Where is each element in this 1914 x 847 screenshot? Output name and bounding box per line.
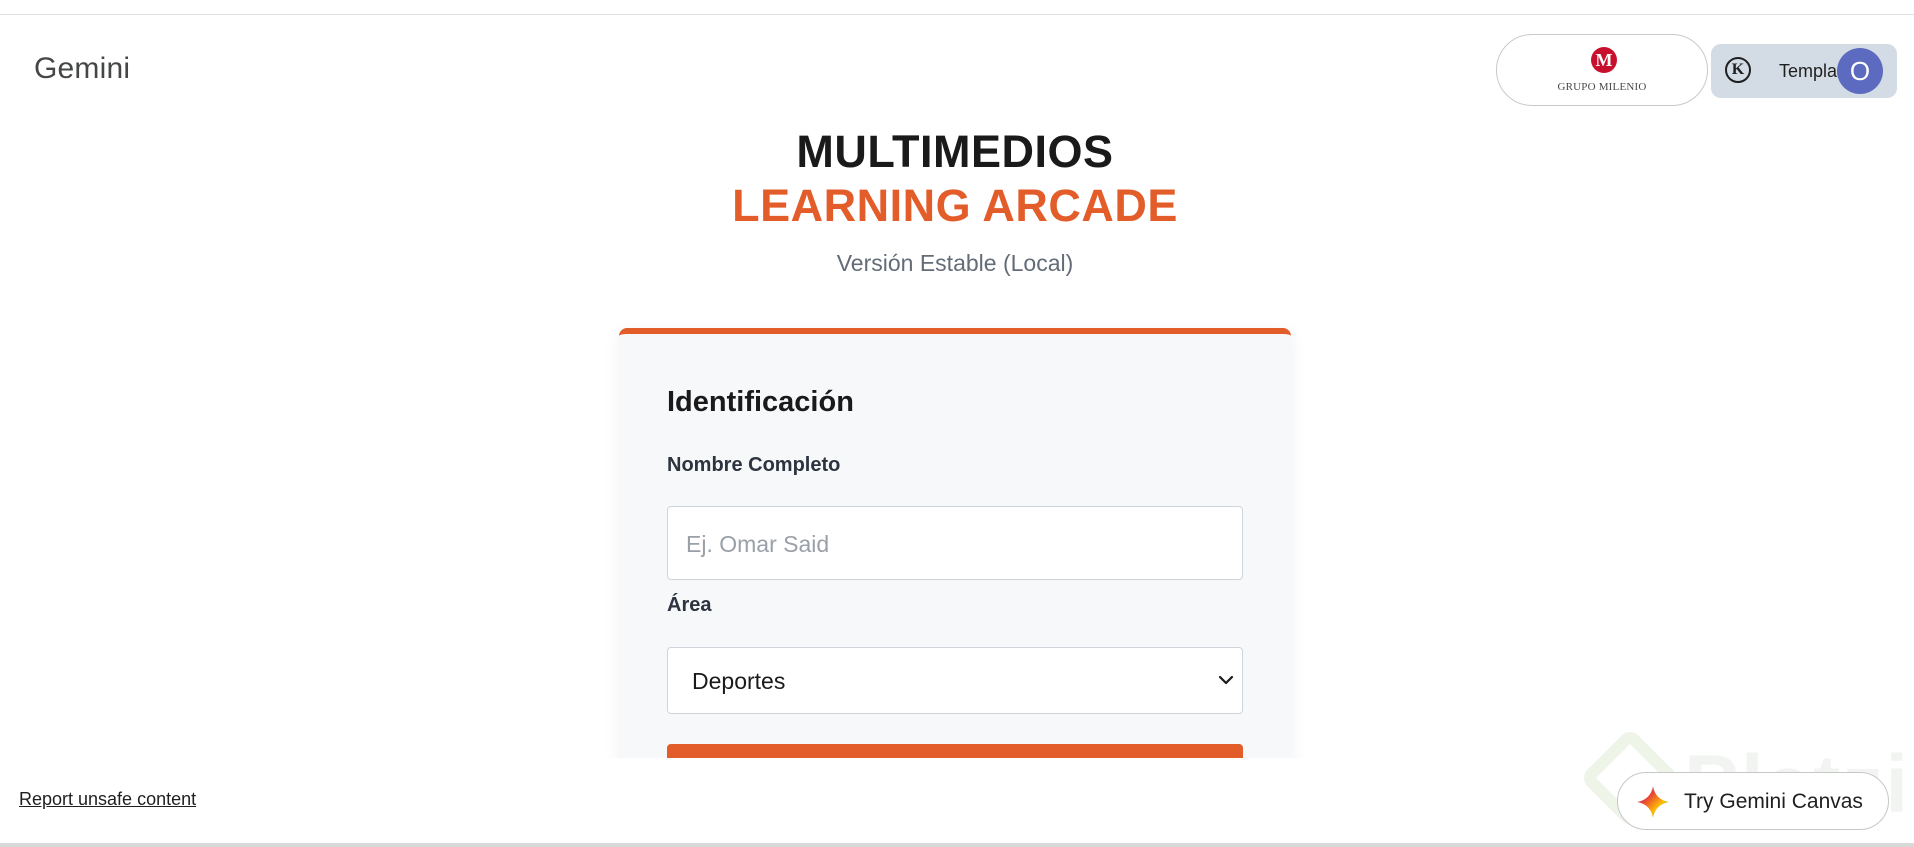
name-input[interactable]: Ej. Omar Said xyxy=(667,506,1243,580)
try-gemini-canvas-button[interactable]: Try Gemini Canvas xyxy=(1617,772,1889,830)
partner-logo-button[interactable]: M GRUPO MILENIO xyxy=(1496,34,1708,106)
gemini-spark-icon xyxy=(1637,786,1669,818)
user-avatar[interactable]: O xyxy=(1837,48,1883,94)
chevron-down-icon xyxy=(1218,675,1234,685)
canvas-preview: MULTIMEDIOS LEARNING ARCADE Versión Esta… xyxy=(0,110,1914,758)
bottom-divider xyxy=(0,843,1914,847)
identification-card: Identificación Nombre Completo Ej. Omar … xyxy=(619,328,1291,758)
top-divider xyxy=(0,14,1914,15)
account-chip[interactable]: K Templa O xyxy=(1711,44,1897,98)
k-circle-icon: K xyxy=(1725,57,1751,83)
app-brand[interactable]: Gemini xyxy=(34,52,130,86)
page-title-accent: LEARNING ARCADE xyxy=(732,180,1178,231)
card-heading: Identificación xyxy=(667,386,854,418)
submit-button[interactable] xyxy=(667,744,1243,758)
report-unsafe-content-link[interactable]: Report unsafe content xyxy=(19,789,196,810)
area-select[interactable]: Deportes xyxy=(667,647,1243,714)
account-chip-label: Templa xyxy=(1779,61,1838,81)
partner-logo-text: GRUPO MILENIO xyxy=(1557,81,1647,93)
name-field-label: Nombre Completo xyxy=(667,454,841,476)
area-select-value: Deportes xyxy=(692,668,786,694)
milenio-logo-icon: M xyxy=(1591,47,1617,73)
canvas-button-label: Try Gemini Canvas xyxy=(1684,790,1863,813)
area-field-label: Área xyxy=(667,594,712,616)
page-subtitle: Versión Estable (Local) xyxy=(836,250,1074,276)
name-input-placeholder: Ej. Omar Said xyxy=(686,531,830,557)
page-title: MULTIMEDIOS xyxy=(796,126,1114,177)
